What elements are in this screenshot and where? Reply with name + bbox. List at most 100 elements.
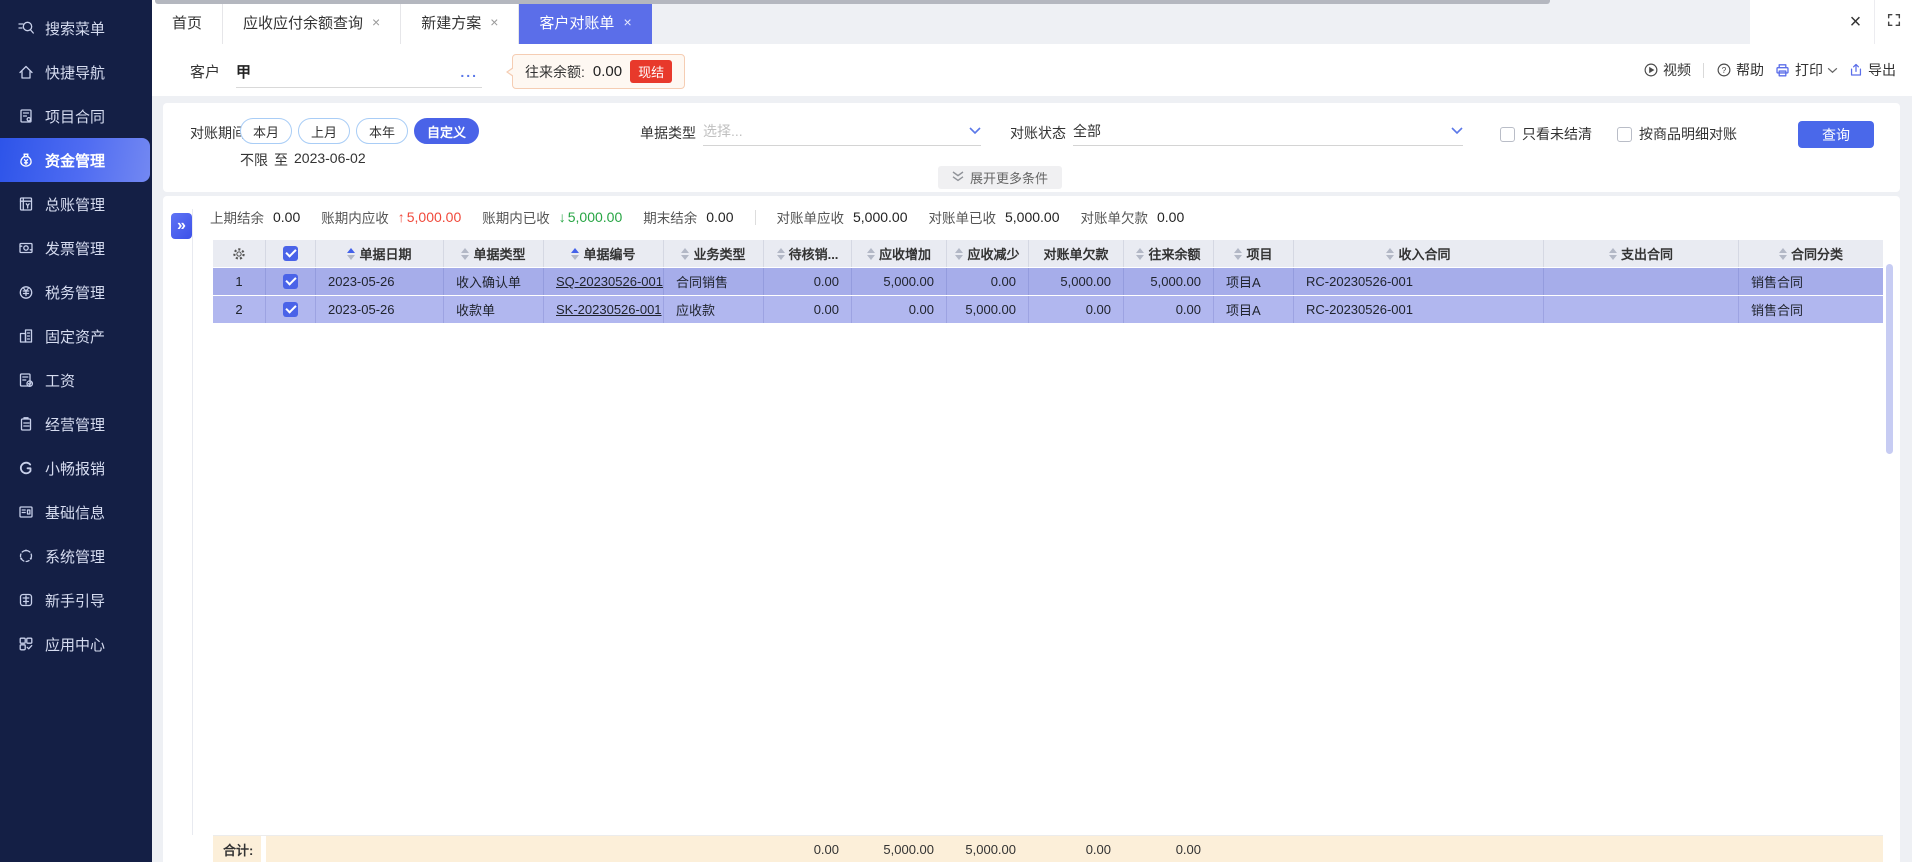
svg-text:?: ? [1722,65,1727,75]
sidebar-item-payroll[interactable]: 工资 [0,358,152,402]
sidebar-item-system-mgmt[interactable]: 系统管理 [0,534,152,578]
sidebar-item-operations-mgmt[interactable]: 经营管理 [0,402,152,446]
tab-new-plan[interactable]: 新建方案 × [401,0,520,44]
tab-label: 首页 [172,14,203,32]
pill-custom[interactable]: 自定义 [414,118,480,144]
expand-more-button[interactable]: 展开更多条件 [937,166,1063,189]
table-row[interactable]: 1 2023-05-26 收入确认单 SQ-20230526-001 合同销售 … [213,268,1883,295]
sidebar-item-search-menu[interactable]: 搜索菜单 [0,6,152,50]
only-unsettled-checkbox[interactable]: 只看未结清 [1500,124,1592,144]
col-header-biz-type[interactable]: 业务类型 [663,240,763,267]
vertical-scrollbar-thumb[interactable] [1886,264,1893,454]
col-header-doc-type[interactable]: 单据类型 [443,240,543,267]
period-pill-group: 本月 上月 本年 自定义 [240,118,480,144]
sidebar-item-label: 项目合同 [45,108,106,126]
doc-no-link[interactable]: SK-20230526-001 [556,302,662,317]
col-header-pending[interactable]: 待核销... [763,240,851,267]
print-button[interactable]: 打印 [1774,60,1838,80]
col-header-doc-no[interactable]: 单据编号 [543,240,663,267]
customer-picker-ellipsis-icon[interactable]: ... [460,64,482,80]
sidebar-item-funds-mgmt[interactable]: 资金管理 [0,138,150,182]
sidebar-item-base-info[interactable]: 基础信息 [0,490,152,534]
cell-pending: 0.00 [763,268,851,295]
fullscreen-button[interactable] [1875,0,1912,44]
sidebar-item-label: 搜索菜单 [45,20,106,38]
actions-divider [1703,62,1704,78]
sidebar-item-fixed-assets[interactable]: 固定资产 [0,314,152,358]
sidebar-item-general-ledger[interactable]: 总账管理 [0,182,152,226]
pill-this-year[interactable]: 本年 [356,118,409,144]
doc-no-link[interactable]: SQ-20230526-001 [556,274,663,289]
table-row[interactable]: 2 2023-05-26 收款单 SK-20230526-001 应收款 0.0… [213,296,1883,323]
col-header-project[interactable]: 项目 [1213,240,1293,267]
summary-bar: 上期结余 0.00 账期内应收 ↑ 5,000.00 账期内已收 ↓ 5,000.0… [210,205,1184,229]
export-icon [1848,62,1864,78]
status-select[interactable]: 全部 [1073,117,1463,146]
period-range[interactable]: 不限 至 2023-06-02 [240,150,366,170]
sort-icon [866,247,875,260]
sidebar-item-tax-mgmt[interactable]: 税务管理 [0,270,152,314]
col-header-doc-date[interactable]: 单据日期 [315,240,443,267]
customer-input[interactable]: 甲 ... [236,56,482,88]
video-button[interactable]: 视频 [1643,60,1691,80]
col-header-recv-inc[interactable]: 应收增加 [851,240,946,267]
sidebar-item-beginner-guide[interactable]: 新手引导 [0,578,152,622]
col-header-expense-contract[interactable]: 支出合同 [1543,240,1738,267]
sidebar-item-label: 固定资产 [45,328,106,346]
by-product-checkbox[interactable]: 按商品明细对账 [1617,124,1737,144]
horizontal-scrollbar-thumb[interactable] [155,0,1550,4]
end-balance-value: 0.00 [706,209,734,225]
col-header-contract-class[interactable]: 合同分类 [1738,240,1883,267]
stmt-debt-label: 对账单欠款 [1080,211,1149,226]
window-close-button[interactable]: × [1837,0,1874,44]
range-start[interactable]: 不限 [240,150,268,170]
total-balance: 0.00 [1175,841,1201,857]
sort-icon [1136,247,1145,260]
col-header-balance[interactable]: 往来余额 [1123,240,1213,267]
range-end-date[interactable]: 2023-06-02 [294,150,366,170]
col-header-stmt-debt[interactable]: 对账单欠款 [1028,240,1123,267]
guide-icon [17,591,35,609]
sidebar-item-label: 总账管理 [45,196,106,214]
tab-close-icon[interactable]: × [623,15,631,29]
cell-balance: 5,000.00 [1123,268,1213,295]
doc-type-select[interactable]: 选择... [703,117,981,146]
pill-last-month[interactable]: 上月 [298,118,351,144]
sidebar-item-label: 税务管理 [45,284,106,302]
period-label: 对账期间 [190,125,246,141]
tab-customer-statement[interactable]: 客户对账单 × [519,0,652,44]
row-number: 1 [235,274,243,289]
close-icon: × [1849,11,1862,33]
row-checkbox[interactable] [265,268,315,295]
tab-home[interactable]: 首页 [152,0,224,44]
tab-ar-ap-balance-query[interactable]: 应收应付余额查询 × [223,0,402,44]
row-checkbox[interactable] [265,296,315,323]
sidebar-item-app-center[interactable]: 应用中心 [0,622,152,666]
checkbox-checked-icon [283,302,298,317]
sidebar-item-xiaochang-expense[interactable]: 小畅报销 [0,446,152,490]
payroll-icon [17,371,35,389]
total-recv-inc: 5,000.00 [883,841,934,857]
operation-icon [17,415,35,433]
select-all-checkbox[interactable] [265,240,315,267]
pill-this-month[interactable]: 本月 [240,118,293,144]
query-button[interactable]: 查询 [1798,121,1874,148]
expand-side-panel-button[interactable]: » [171,213,192,239]
app-center-icon [17,635,35,653]
checkbox-icon [1617,126,1632,142]
help-button[interactable]: ? 帮助 [1716,60,1764,80]
col-header-recv-dec[interactable]: 应收减少 [946,240,1028,267]
customer-label: 客户 [190,64,221,81]
col-header-income-contract[interactable]: 收入合同 [1293,240,1543,267]
sidebar-item-quick-nav[interactable]: 快捷导航 [0,50,152,94]
sidebar-item-project-contract[interactable]: 项目合同 [0,94,152,138]
tab-close-icon[interactable]: × [372,15,380,29]
gear-icon[interactable] [231,246,247,262]
export-button[interactable]: 导出 [1848,60,1896,80]
sidebar-item-invoice-mgmt[interactable]: 发票管理 [0,226,152,270]
fixed-asset-icon [17,327,35,345]
expand-more-label: 展开更多条件 [969,171,1049,186]
sort-icon [1234,247,1243,260]
tab-close-icon[interactable]: × [490,15,498,29]
column-settings-cell[interactable] [213,240,265,267]
